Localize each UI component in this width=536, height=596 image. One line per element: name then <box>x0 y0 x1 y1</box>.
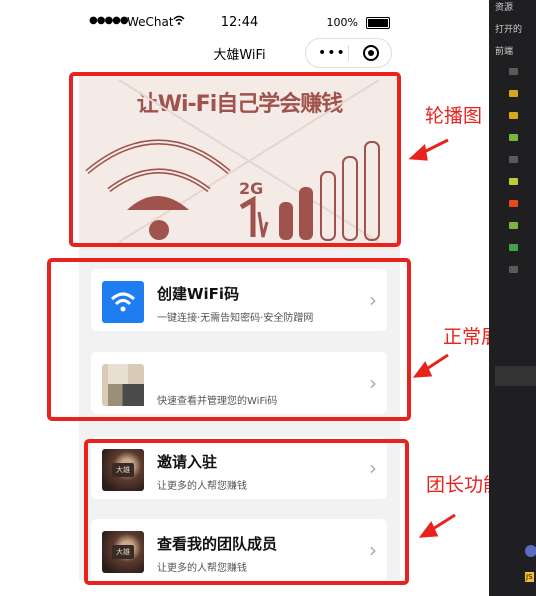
status-bar: ●●●●● WeChat 12:44 100% <box>79 12 400 32</box>
nav-bar: 大雄WiFi ••• <box>79 32 400 72</box>
ide-open-editors[interactable]: 打开的 <box>495 22 522 35</box>
ide-folder-item[interactable] <box>495 68 518 78</box>
ide-folder-item[interactable] <box>495 222 518 232</box>
ide-folder-item[interactable] <box>495 134 518 144</box>
ide-folder-item[interactable] <box>495 178 518 188</box>
ide-header: 资源 <box>495 3 514 13</box>
capsule-divider <box>348 45 349 61</box>
battery-percent: 100% <box>326 16 358 29</box>
carousel-highlight-box <box>69 72 401 247</box>
ide-folder-item[interactable] <box>495 112 518 122</box>
ide-folder-item[interactable] <box>495 200 518 210</box>
battery-icon <box>366 17 390 29</box>
ide-folder-item[interactable] <box>495 266 518 276</box>
leader-highlight-box <box>84 439 409 585</box>
ide-project-root[interactable]: 前端 <box>495 44 513 57</box>
carousel-annotation: 轮播图 <box>425 105 483 127</box>
normal-highlight-box <box>47 258 411 421</box>
ide-folder-item[interactable] <box>495 156 518 166</box>
ide-file-icon <box>525 545 536 557</box>
ide-folder-item[interactable] <box>495 244 518 254</box>
mini-program-capsule[interactable]: ••• <box>305 38 392 68</box>
ide-selected-row <box>495 366 536 386</box>
close-target-icon[interactable] <box>363 45 379 61</box>
ide-sidebar: 资源 打开的 前端 JS <box>489 0 536 596</box>
ide-js-icon: JS <box>525 572 534 582</box>
more-icon[interactable]: ••• <box>318 45 346 61</box>
ide-folder-item[interactable] <box>495 90 518 100</box>
